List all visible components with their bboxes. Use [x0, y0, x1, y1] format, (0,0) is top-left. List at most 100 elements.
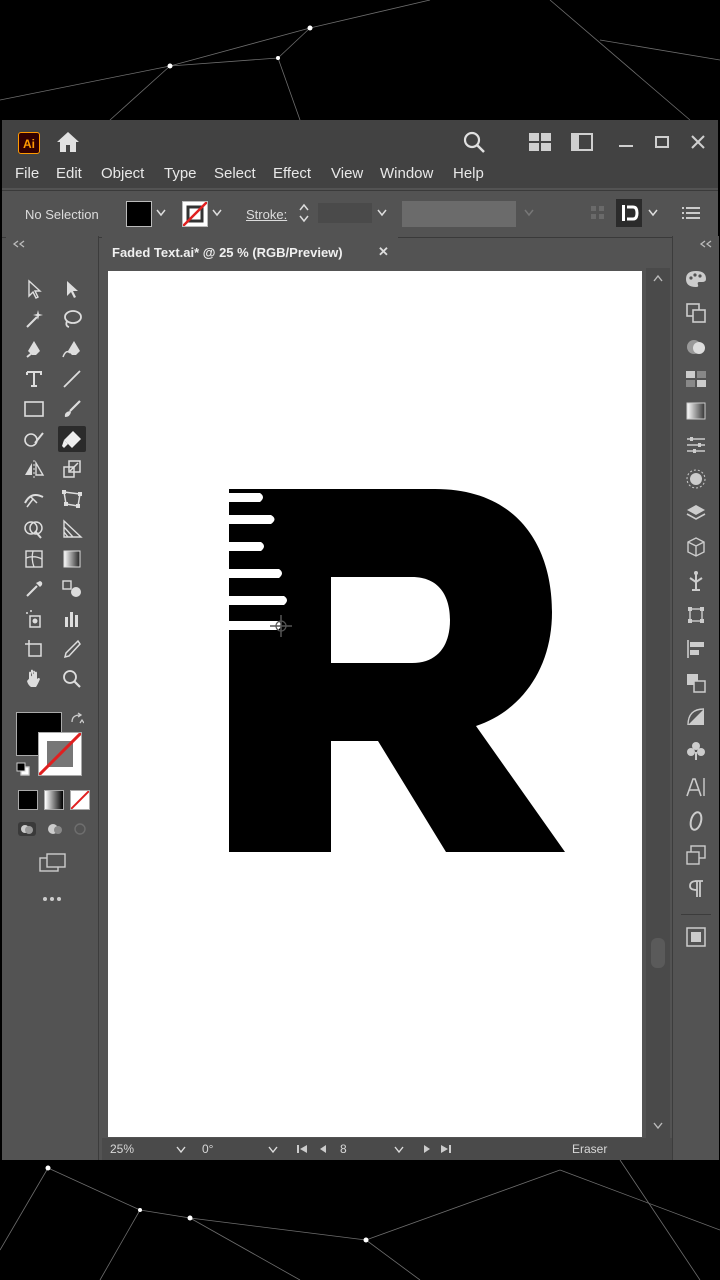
workspace-switcher-icon[interactable] [528, 130, 552, 154]
gradient-tool-icon[interactable] [58, 546, 86, 572]
column-graph-tool-icon[interactable] [58, 606, 86, 632]
hand-tool-icon[interactable] [20, 666, 48, 692]
eyedropper-tool-icon[interactable] [20, 576, 48, 602]
close-document-icon[interactable]: ✕ [378, 244, 389, 260]
minimize-icon[interactable] [614, 130, 638, 154]
curvature-tool-icon[interactable] [58, 336, 86, 362]
symbols-icon[interactable] [683, 738, 709, 764]
profile-dropdown-icon[interactable] [524, 209, 534, 217]
arrange-documents-icon[interactable] [570, 130, 594, 154]
collapse-toolbar-icon[interactable] [12, 240, 26, 248]
draw-behind-icon[interactable] [44, 820, 66, 838]
draw-normal-icon[interactable] [16, 820, 38, 838]
stroke-weight-dropdown-icon[interactable] [377, 209, 387, 217]
perspective-grid-tool-icon[interactable] [58, 516, 86, 542]
previous-artboard-icon[interactable] [318, 1144, 328, 1154]
color-palette-icon[interactable] [683, 266, 709, 292]
free-transform-tool-icon[interactable] [58, 486, 86, 512]
shape-options-icon[interactable] [616, 199, 642, 227]
transparency-icon[interactable] [683, 704, 709, 730]
gradient-mode-icon[interactable] [44, 790, 64, 810]
artboard-tool-icon[interactable] [20, 636, 48, 662]
transform-icon[interactable] [683, 602, 709, 628]
pen-tool-icon[interactable] [20, 336, 48, 362]
stroke-dropdown-icon[interactable] [212, 209, 222, 217]
paintbrush-tool-icon[interactable] [58, 396, 86, 422]
expand-panels-icon[interactable] [699, 240, 713, 248]
last-artboard-icon[interactable] [440, 1144, 452, 1154]
blend-tool-icon[interactable] [58, 576, 86, 602]
appearance-icon[interactable] [683, 466, 709, 492]
shape-builder-tool-icon[interactable] [20, 516, 48, 542]
stroke-swatch[interactable] [182, 201, 208, 227]
menu-select[interactable]: Select [214, 165, 256, 182]
layers-icon[interactable] [683, 500, 709, 526]
reflect-tool-icon[interactable] [20, 456, 48, 482]
selection-tool-icon[interactable] [20, 276, 48, 302]
shaper-tool-icon[interactable] [20, 426, 48, 452]
paragraph-icon[interactable] [683, 876, 709, 902]
stroke-color-box[interactable] [38, 732, 82, 776]
align-icon[interactable] [683, 636, 709, 662]
draw-inside-icon[interactable] [70, 820, 92, 838]
home-icon[interactable] [56, 130, 80, 154]
vertical-scrollbar[interactable] [646, 268, 670, 1138]
menu-help[interactable]: Help [453, 165, 484, 182]
artboard-number[interactable]: 8 [340, 1142, 347, 1156]
scale-tool-icon[interactable] [58, 456, 86, 482]
scroll-down-icon[interactable] [653, 1122, 663, 1130]
artboards-panel-icon[interactable] [683, 842, 709, 868]
maximize-icon[interactable] [650, 130, 674, 154]
align-grid-icon[interactable] [590, 205, 606, 221]
slice-tool-icon[interactable] [58, 636, 86, 662]
document-tab[interactable]: Faded Text.ai* @ 25 % (RGB/Preview) ✕ [102, 236, 398, 268]
menu-object[interactable]: Object [101, 165, 144, 182]
pathfinder-shapes-icon[interactable] [683, 670, 709, 696]
menu-effect[interactable]: Effect [273, 165, 311, 182]
stroke-weight-input[interactable] [318, 203, 372, 223]
properties-sliders-icon[interactable] [683, 432, 709, 458]
type-tool-icon[interactable] [20, 366, 48, 392]
rotation-value[interactable]: 0° [202, 1142, 213, 1156]
menu-edit[interactable]: Edit [56, 165, 82, 182]
gradient-panel-icon[interactable] [683, 398, 709, 424]
first-artboard-icon[interactable] [296, 1144, 308, 1154]
stroke-weight-stepper[interactable] [298, 201, 310, 225]
puppet-warp-icon[interactable] [683, 568, 709, 594]
letter-r-artwork[interactable] [108, 271, 642, 1137]
menu-file[interactable]: File [15, 165, 39, 182]
magic-wand-tool-icon[interactable] [20, 306, 48, 332]
variable-width-profile[interactable] [402, 201, 516, 227]
edit-toolbar-icon[interactable] [42, 896, 62, 902]
color-mode-icon[interactable] [18, 790, 38, 810]
menu-window[interactable]: Window [380, 165, 433, 182]
mesh-tool-icon[interactable] [20, 546, 48, 572]
default-fill-stroke-icon[interactable] [16, 762, 30, 776]
artboard[interactable]: R [108, 271, 642, 1137]
zoom-level[interactable]: 25% [110, 1142, 134, 1156]
swatches-icon[interactable] [683, 366, 709, 392]
none-mode-icon[interactable] [70, 790, 90, 810]
close-window-icon[interactable] [686, 130, 710, 154]
color-guide-icon[interactable] [683, 334, 709, 360]
rotation-dropdown-icon[interactable] [268, 1146, 278, 1154]
fill-dropdown-icon[interactable] [156, 209, 166, 217]
zoom-tool-icon[interactable] [58, 666, 86, 692]
screen-mode-icon[interactable] [38, 852, 68, 874]
fill-swatch[interactable] [126, 201, 152, 227]
scroll-up-icon[interactable] [653, 274, 663, 282]
symbol-sprayer-tool-icon[interactable] [20, 606, 48, 632]
character-icon[interactable] [683, 774, 709, 800]
eraser-tool-icon[interactable] [58, 426, 86, 452]
width-tool-icon[interactable] [20, 486, 48, 512]
next-artboard-icon[interactable] [422, 1144, 432, 1154]
opentype-icon[interactable] [683, 808, 709, 834]
stroke-label[interactable]: Stroke: [246, 207, 287, 222]
lasso-tool-icon[interactable] [58, 306, 86, 332]
line-tool-icon[interactable] [58, 366, 86, 392]
menu-view[interactable]: View [331, 165, 363, 182]
direct-selection-tool-icon[interactable] [58, 276, 86, 302]
panel-menu-icon[interactable] [682, 205, 700, 221]
canvas-area[interactable]: R [102, 268, 672, 1138]
pathfinder-icon[interactable] [683, 300, 709, 326]
